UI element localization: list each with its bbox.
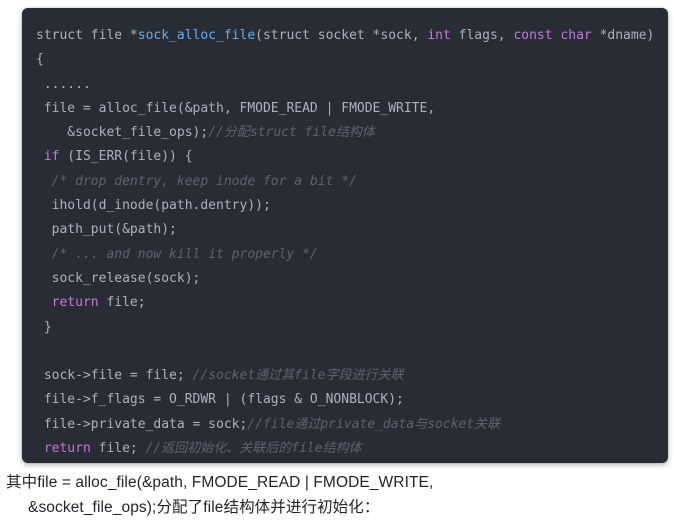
code-line: return file; //返回初始化、关联后的file结构体: [36, 437, 664, 461]
code-token-text: ......: [36, 76, 91, 92]
code-line: &socket_file_ops);//分配struct file结构体: [36, 121, 664, 145]
code-line: path_put(&path);: [36, 218, 664, 242]
code-token-function: sock_alloc_file: [137, 28, 256, 43]
code-token-text: &socket_file_ops);: [36, 125, 209, 141]
code-line: file = alloc_file(&path, FMODE_READ | FM…: [36, 97, 664, 121]
code-token-comment: /* ... and now kill it properly */: [51, 246, 318, 262]
code-token-text: file;: [90, 441, 146, 457]
caption-line: 其中file = alloc_file(&path, FMODE_READ | …: [6, 474, 434, 491]
caption-text: 其中file = alloc_file(&path, FMODE_READ | …: [6, 470, 666, 520]
code-line: ......: [36, 73, 664, 97]
caption-line: &socket_file_ops);分配了file结构体并进行初始化：: [28, 499, 380, 516]
code-token-text: ihold(d_inode(path.dentry));: [36, 198, 271, 214]
code-token-text: sock_release(sock);: [36, 270, 201, 286]
code-token-text: file->f_flags = O_RDWR | (flags & O_NONB…: [36, 392, 404, 408]
code-token-keyword: return: [43, 441, 91, 457]
code-token-keyword: char: [560, 28, 592, 43]
code-token-text: (IS_ERR(file)) {: [59, 149, 193, 165]
code-token-text: file = alloc_file(&path, FMODE_READ | FM…: [36, 100, 436, 116]
code-token-text: path_put(&path);: [36, 222, 177, 238]
code-line: struct file *sock_alloc_file(struct sock…: [36, 24, 664, 48]
code-line: }: [36, 316, 664, 340]
code-token-text: file->private_data = sock;: [36, 416, 248, 432]
code-listing: struct file *sock_alloc_file(struct sock…: [36, 24, 664, 463]
code-token-keyword: return: [51, 295, 99, 311]
code-line: file->f_flags = O_RDWR | (flags & O_NONB…: [36, 388, 664, 412]
code-token-comment: //返回初始化、关联后的file结构体: [145, 441, 362, 457]
code-token-keyword: int: [427, 28, 451, 43]
code-token-text: {: [36, 52, 44, 68]
code-line: sock->file = file; //socket通过其file字段进行关联: [36, 364, 664, 388]
code-token-comment: //socket通过其file字段进行关联: [192, 368, 404, 384]
code-token-text: }: [36, 319, 52, 335]
code-line: /* ... and now kill it properly */: [36, 243, 664, 267]
code-block: struct file *sock_alloc_file(struct sock…: [22, 8, 668, 463]
code-line: sock_release(sock);: [36, 267, 664, 291]
code-token-text: flags,: [450, 28, 514, 43]
code-token-text: *dname): [591, 28, 655, 43]
code-line: file->private_data = sock;//file通过privat…: [36, 413, 664, 437]
code-token-comment: //file通过private_data与socket关联: [247, 416, 501, 432]
code-line: {: [36, 48, 664, 72]
code-line: /* drop dentry, keep inode for a bit */: [36, 170, 664, 194]
code-token-text: sock->file = file;: [36, 368, 193, 384]
code-token-keyword: const: [513, 28, 553, 43]
code-token-comment: //分配struct file结构体: [208, 125, 375, 141]
code-line: if (IS_ERR(file)) {: [36, 145, 664, 169]
code-token-keyword: if: [43, 149, 60, 165]
code-line: }: [36, 461, 664, 463]
code-token-text: file;: [98, 295, 146, 311]
code-line: return file;: [36, 291, 664, 315]
code-token-comment: /* drop dentry, keep inode for a bit */: [51, 173, 357, 189]
code-line: ihold(d_inode(path.dentry));: [36, 194, 664, 218]
code-token-text: (struct socket *sock,: [255, 28, 428, 43]
code-token-text: struct file *: [36, 28, 138, 43]
